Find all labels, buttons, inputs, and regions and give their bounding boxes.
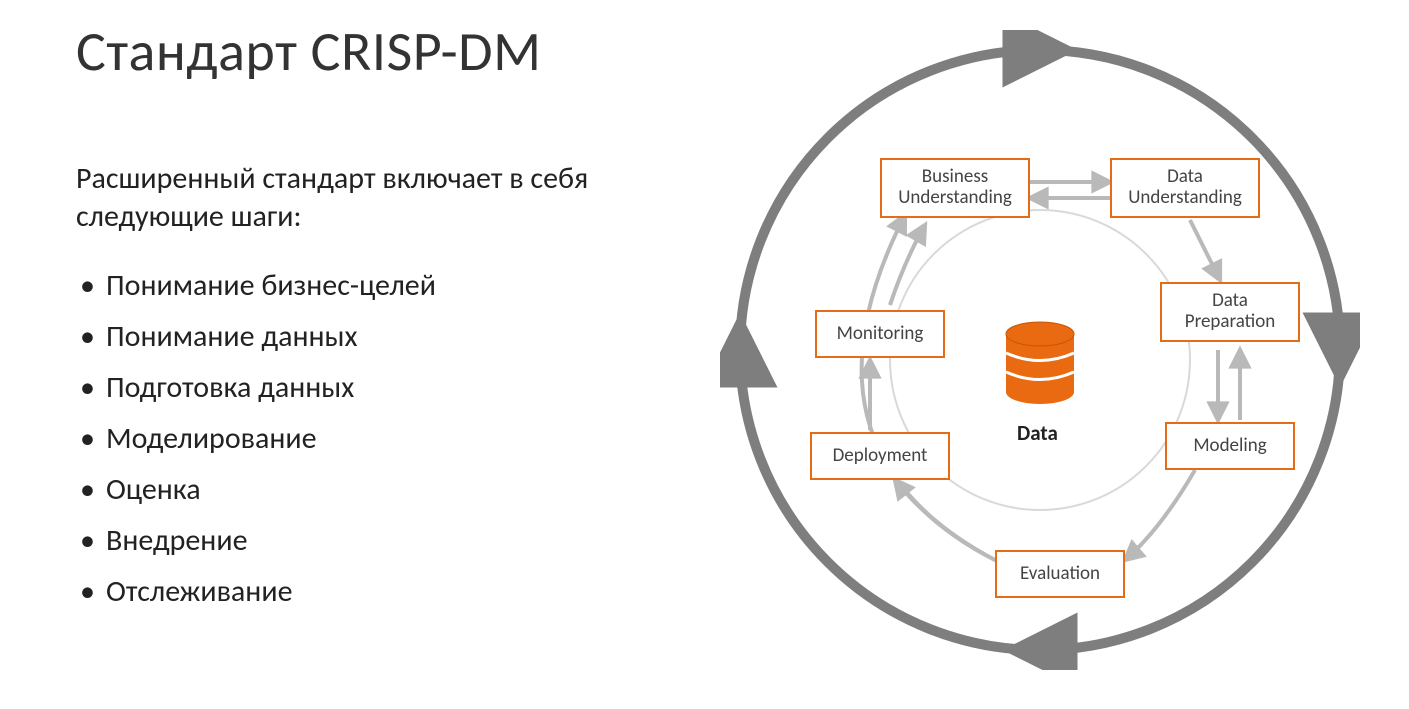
list-item: Отслеживание [76, 566, 436, 617]
node-label: DataUnderstanding [1128, 167, 1242, 209]
node-modeling: Modeling [1165, 422, 1295, 470]
node-label: BusinessUnderstanding [898, 167, 1012, 209]
node-data-preparation: DataPreparation [1160, 282, 1300, 342]
steps-list: Понимание бизнес-целей Понимание данных … [76, 260, 436, 617]
node-deployment: Deployment [810, 432, 950, 480]
node-label: Modeling [1193, 436, 1266, 457]
node-label: Deployment [833, 446, 928, 467]
database-icon [1000, 320, 1080, 410]
list-item: Внедрение [76, 515, 436, 566]
lead-text: Расширенный стандарт включает в себя сле… [76, 160, 656, 235]
node-business-understanding: BusinessUnderstanding [880, 158, 1030, 218]
page-title: Стандарт CRISP-DM [76, 18, 542, 86]
data-center-label: Data [1017, 420, 1058, 446]
list-item: Понимание бизнес-целей [76, 260, 436, 311]
list-item: Подготовка данных [76, 362, 436, 413]
list-item: Понимание данных [76, 311, 436, 362]
node-evaluation: Evaluation [995, 550, 1125, 598]
list-item: Оценка [76, 464, 436, 515]
node-data-understanding: DataUnderstanding [1110, 158, 1260, 218]
node-label: Evaluation [1020, 564, 1100, 585]
node-label: DataPreparation [1185, 291, 1275, 333]
node-monitoring: Monitoring [815, 310, 945, 358]
slide: Стандарт CRISP-DM Расширенный стандарт в… [0, 0, 1409, 709]
crisp-dm-diagram: Data BusinessUnderstanding DataUnderstan… [720, 30, 1360, 670]
node-label: Monitoring [837, 324, 924, 345]
list-item: Моделирование [76, 413, 436, 464]
